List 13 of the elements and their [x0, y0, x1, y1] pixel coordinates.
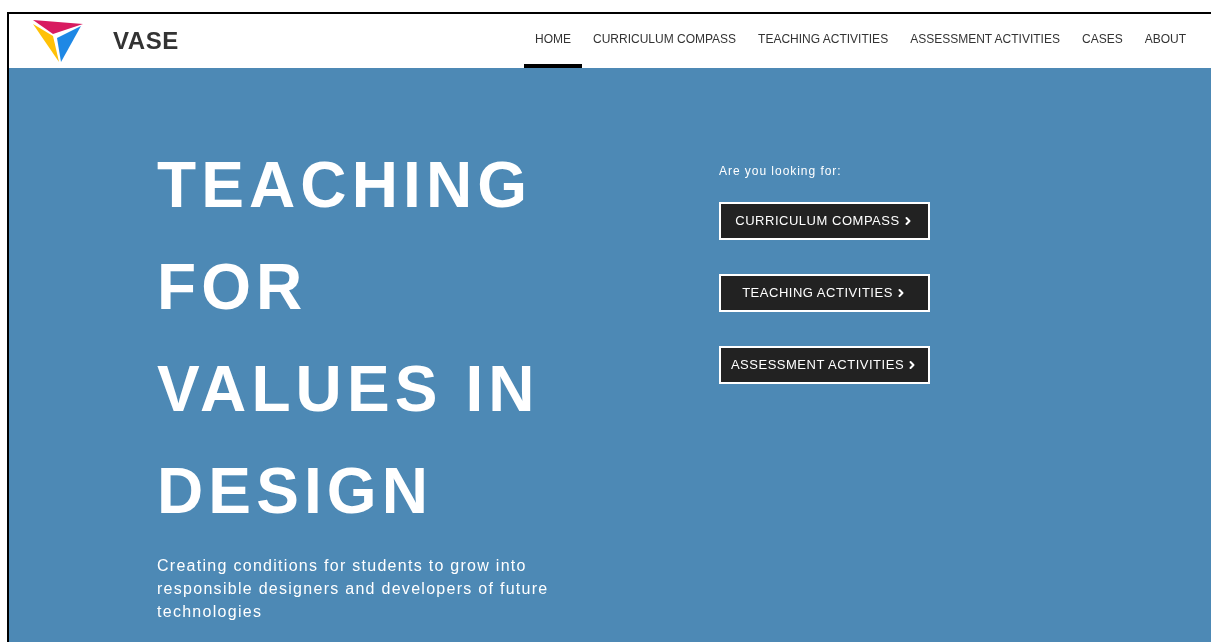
hero-title: TEACHING FOR VALUES IN DESIGN: [157, 148, 541, 529]
nav-link[interactable]: ABOUT: [1133, 14, 1197, 68]
nav-link[interactable]: CURRICULUM COMPASS: [582, 14, 748, 68]
prompt-text: Are you looking for:: [719, 163, 843, 180]
logo-icon: [31, 18, 85, 64]
hero-subtitle: Creating conditions for students to grow into responsible designers and developers of future technologies: [157, 556, 550, 622]
nav-link[interactable]: CASES: [1070, 14, 1134, 68]
nav-link[interactable]: ASSESSMENT ACTIVITIES: [899, 14, 1071, 68]
link-button[interactable]: TEACHING ACTIVITIES: [719, 274, 930, 312]
nav-link[interactable]: TEACHING ACTIVITIES: [747, 14, 900, 68]
link-button[interactable]: ASSESSMENT ACTIVITIES: [719, 346, 930, 384]
link-button[interactable]: CURRICULUM COMPASS: [719, 202, 930, 240]
brand-name: VASE: [113, 26, 179, 56]
